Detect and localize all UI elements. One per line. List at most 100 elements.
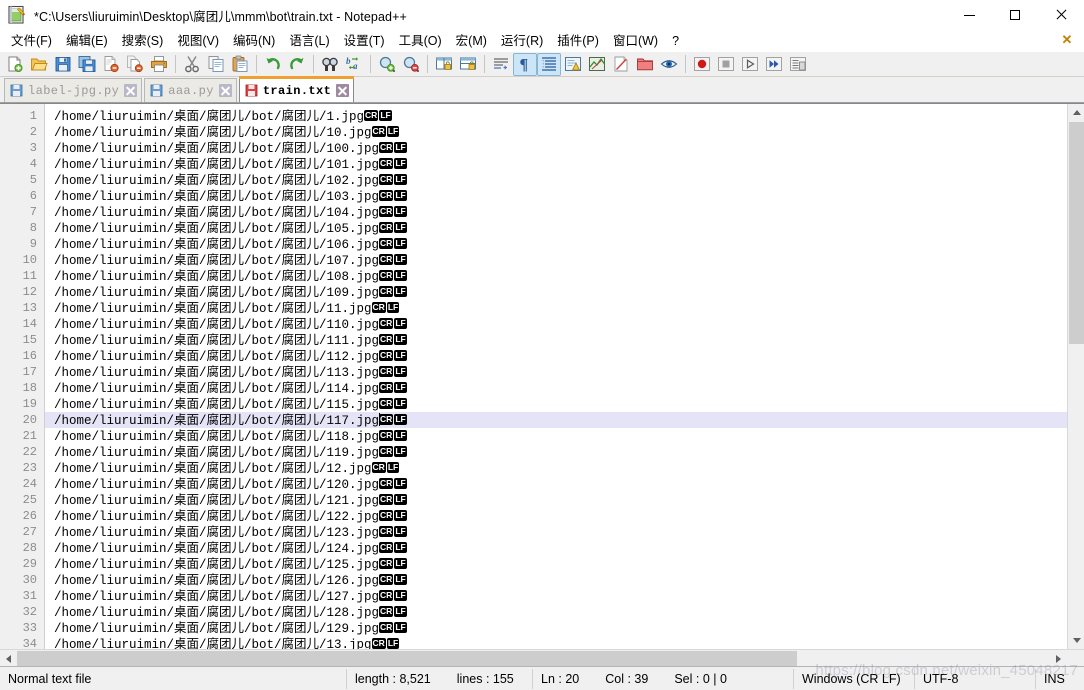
zoom-in-icon[interactable] xyxy=(375,53,399,76)
function-list-icon[interactable] xyxy=(609,53,633,76)
close-icon[interactable] xyxy=(1038,0,1084,30)
text-line[interactable]: /home/liuruimin/桌面/腐团儿/bot/腐团儿/118.jpgCR… xyxy=(45,428,1067,444)
tab-label-jpg-py[interactable]: label-jpg.py xyxy=(4,78,143,102)
cut-icon[interactable] xyxy=(180,53,204,76)
vertical-scroll-thumb[interactable] xyxy=(1069,122,1084,344)
text-line[interactable]: /home/liuruimin/桌面/腐团儿/bot/腐团儿/108.jpgCR… xyxy=(45,268,1067,284)
text-line[interactable]: /home/liuruimin/桌面/腐团儿/bot/腐团儿/125.jpgCR… xyxy=(45,556,1067,572)
vertical-scrollbar[interactable] xyxy=(1067,104,1084,649)
tab-train-txt[interactable]: train.txt xyxy=(238,76,355,102)
tab-close-icon[interactable] xyxy=(218,84,232,97)
scroll-up-icon[interactable] xyxy=(1068,104,1084,121)
text-line[interactable]: /home/liuruimin/桌面/腐团儿/bot/腐团儿/114.jpgCR… xyxy=(45,380,1067,396)
horizontal-scroll-thumb[interactable] xyxy=(17,651,797,666)
text-line[interactable]: /home/liuruimin/桌面/腐团儿/bot/腐团儿/128.jpgCR… xyxy=(45,604,1067,620)
find-icon[interactable] xyxy=(318,53,342,76)
menu-edit[interactable]: 编辑(E) xyxy=(59,31,115,51)
text-line[interactable]: /home/liuruimin/桌面/腐团儿/bot/腐团儿/12.jpgCR L… xyxy=(45,460,1067,476)
maximize-icon[interactable] xyxy=(992,0,1038,30)
menu-language[interactable]: 语言(L) xyxy=(282,31,336,51)
line-text: /home/liuruimin/桌面/腐团儿/bot/腐团儿/128.jpg xyxy=(54,606,380,620)
folder-as-workspace-icon[interactable] xyxy=(633,53,657,76)
scroll-down-icon[interactable] xyxy=(1068,632,1084,649)
line-number: 8 xyxy=(29,221,37,235)
scroll-right-icon[interactable] xyxy=(1050,650,1067,667)
text-line[interactable]: /home/liuruimin/桌面/腐团儿/bot/腐团儿/110.jpgCR… xyxy=(45,316,1067,332)
monitoring-icon[interactable] xyxy=(657,53,681,76)
scroll-left-icon[interactable] xyxy=(0,650,17,667)
record-macro-icon[interactable] xyxy=(690,53,714,76)
save-all-icon[interactable] xyxy=(75,53,99,76)
menu-tools[interactable]: 工具(O) xyxy=(392,31,449,51)
text-line[interactable]: /home/liuruimin/桌面/腐团儿/bot/腐团儿/105.jpgCR… xyxy=(45,220,1067,236)
text-line[interactable]: /home/liuruimin/桌面/腐团儿/bot/腐团儿/109.jpgCR… xyxy=(45,284,1067,300)
text-line[interactable]: /home/liuruimin/桌面/腐团儿/bot/腐团儿/1.jpgCR LF xyxy=(45,108,1067,124)
text-line[interactable]: /home/liuruimin/桌面/腐团儿/bot/腐团儿/120.jpgCR… xyxy=(45,476,1067,492)
menu-file[interactable]: 文件(F) xyxy=(4,31,59,51)
sync-vertical-scroll-icon[interactable] xyxy=(432,53,456,76)
tab-close-icon[interactable] xyxy=(124,84,138,97)
text-line[interactable]: /home/liuruimin/桌面/腐团儿/bot/腐团儿/106.jpgCR… xyxy=(45,236,1067,252)
print-icon[interactable] xyxy=(147,53,171,76)
text-line[interactable]: /home/liuruimin/桌面/腐团儿/bot/腐团儿/127.jpgCR… xyxy=(45,588,1067,604)
text-line[interactable]: /home/liuruimin/桌面/腐团儿/bot/腐团儿/112.jpgCR… xyxy=(45,348,1067,364)
menu-settings[interactable]: 设置(T) xyxy=(337,31,392,51)
horizontal-scrollbar[interactable] xyxy=(0,649,1084,666)
close-all-files-icon[interactable] xyxy=(123,53,147,76)
text-line[interactable]: /home/liuruimin/桌面/腐团儿/bot/腐团儿/102.jpgCR… xyxy=(45,172,1067,188)
show-all-characters-icon[interactable]: ¶ xyxy=(513,52,537,76)
tab-close-icon[interactable] xyxy=(336,84,350,97)
menu-run[interactable]: 运行(R) xyxy=(494,31,550,51)
save-icon[interactable] xyxy=(51,53,75,76)
text-line[interactable]: /home/liuruimin/桌面/腐团儿/bot/腐团儿/121.jpgCR… xyxy=(45,492,1067,508)
tab-aaa-py[interactable]: aaa.py xyxy=(144,78,237,102)
save-macro-icon[interactable] xyxy=(786,53,810,76)
menu-help[interactable]: ? xyxy=(665,31,686,51)
text-line[interactable]: /home/liuruimin/桌面/腐团儿/bot/腐团儿/103.jpgCR… xyxy=(45,188,1067,204)
playback-macro-icon[interactable] xyxy=(738,53,762,76)
close-document-button[interactable]: ✕ xyxy=(1060,33,1074,47)
word-wrap-icon[interactable] xyxy=(489,53,513,76)
line-number: 12 xyxy=(22,285,37,299)
stop-recording-icon[interactable] xyxy=(714,53,738,76)
menu-view[interactable]: 视图(V) xyxy=(170,31,226,51)
text-content-area[interactable]: /home/liuruimin/桌面/腐团儿/bot/腐团儿/1.jpgCR LF… xyxy=(45,104,1067,649)
text-line[interactable]: /home/liuruimin/桌面/腐团儿/bot/腐团儿/13.jpgCR L… xyxy=(45,636,1067,649)
document-map-icon[interactable] xyxy=(585,53,609,76)
replace-icon[interactable]: b a xyxy=(342,53,366,76)
current-line[interactable]: /home/liuruimin/桌面/腐团儿/bot/腐团儿/117.jpgCR… xyxy=(45,412,1067,428)
text-line[interactable]: /home/liuruimin/桌面/腐团儿/bot/腐团儿/126.jpgCR… xyxy=(45,572,1067,588)
text-line[interactable]: /home/liuruimin/桌面/腐团儿/bot/腐团儿/123.jpgCR… xyxy=(45,524,1067,540)
copy-icon[interactable] xyxy=(204,53,228,76)
text-line[interactable]: /home/liuruimin/桌面/腐团儿/bot/腐团儿/115.jpgCR… xyxy=(45,396,1067,412)
user-defined-language-icon[interactable] xyxy=(561,53,585,76)
zoom-out-icon[interactable] xyxy=(399,53,423,76)
minimize-icon[interactable] xyxy=(946,0,992,30)
undo-icon[interactable] xyxy=(261,53,285,76)
menu-macro[interactable]: 宏(M) xyxy=(449,31,494,51)
run-macro-multiple-icon[interactable] xyxy=(762,53,786,76)
text-line[interactable]: /home/liuruimin/桌面/腐团儿/bot/腐团儿/100.jpgCR… xyxy=(45,140,1067,156)
text-line[interactable]: /home/liuruimin/桌面/腐团儿/bot/腐团儿/11.jpgCR L… xyxy=(45,300,1067,316)
text-line[interactable]: /home/liuruimin/桌面/腐团儿/bot/腐团儿/129.jpgCR… xyxy=(45,620,1067,636)
menu-window[interactable]: 窗口(W) xyxy=(606,31,665,51)
menu-encoding[interactable]: 编码(N) xyxy=(226,31,282,51)
text-line[interactable]: /home/liuruimin/桌面/腐团儿/bot/腐团儿/101.jpgCR… xyxy=(45,156,1067,172)
text-line[interactable]: /home/liuruimin/桌面/腐团儿/bot/腐团儿/124.jpgCR… xyxy=(45,540,1067,556)
redo-icon[interactable] xyxy=(285,53,309,76)
sync-horizontal-scroll-icon[interactable] xyxy=(456,53,480,76)
text-line[interactable]: /home/liuruimin/桌面/腐团儿/bot/腐团儿/111.jpgCR… xyxy=(45,332,1067,348)
text-line[interactable]: /home/liuruimin/桌面/腐团儿/bot/腐团儿/10.jpgCR L… xyxy=(45,124,1067,140)
show-indent-guide-icon[interactable] xyxy=(537,52,561,76)
open-file-icon[interactable] xyxy=(27,53,51,76)
menu-search[interactable]: 搜索(S) xyxy=(115,31,171,51)
text-line[interactable]: /home/liuruimin/桌面/腐团儿/bot/腐团儿/104.jpgCR… xyxy=(45,204,1067,220)
text-line[interactable]: /home/liuruimin/桌面/腐团儿/bot/腐团儿/122.jpgCR… xyxy=(45,508,1067,524)
menu-plugins[interactable]: 插件(P) xyxy=(550,31,606,51)
new-file-icon[interactable] xyxy=(3,53,27,76)
text-line[interactable]: /home/liuruimin/桌面/腐团儿/bot/腐团儿/107.jpgCR… xyxy=(45,252,1067,268)
text-line[interactable]: /home/liuruimin/桌面/腐团儿/bot/腐团儿/113.jpgCR… xyxy=(45,364,1067,380)
paste-icon[interactable] xyxy=(228,53,252,76)
text-line[interactable]: /home/liuruimin/桌面/腐团儿/bot/腐团儿/119.jpgCR… xyxy=(45,444,1067,460)
close-file-icon[interactable] xyxy=(99,53,123,76)
